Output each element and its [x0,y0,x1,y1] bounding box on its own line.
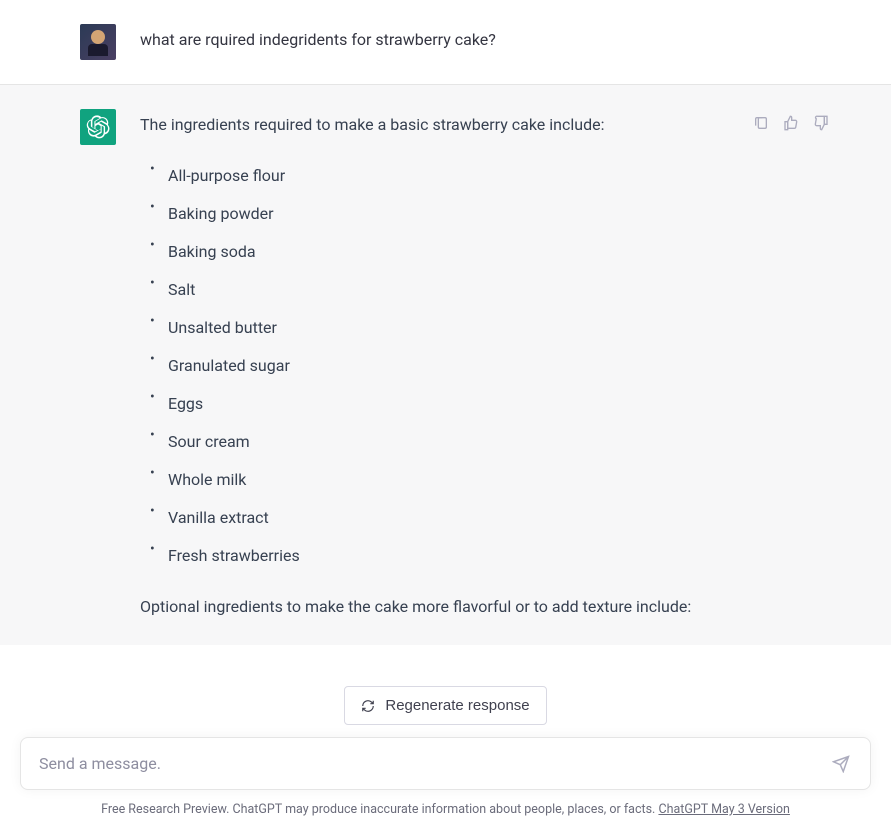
footer-version-link[interactable]: ChatGPT May 3 Version [658,802,789,817]
thumbs-down-icon [813,115,829,131]
user-message-text: what are rquired indegridents for strawb… [140,24,811,60]
ingredient-list: All-purpose flour Baking powder Baking s… [140,157,700,575]
list-item: Eggs [168,385,700,423]
message-actions [751,113,831,133]
list-item: Whole milk [168,461,700,499]
input-container [20,737,871,790]
thumbs-up-button[interactable] [781,113,801,133]
input-area: Regenerate response Free Research Previe… [0,646,891,831]
thumbs-up-icon [783,115,799,131]
list-item: Fresh strawberries [168,537,700,575]
openai-logo-icon [86,115,110,139]
footer-disclaimer: Free Research Preview. ChatGPT may produ… [101,802,658,817]
send-icon [832,755,850,773]
assistant-message-content: The ingredients required to make a basic… [140,109,700,621]
list-item: Salt [168,271,700,309]
footer: Free Research Preview. ChatGPT may produ… [0,802,891,831]
refresh-icon [361,699,375,713]
send-button[interactable] [825,748,857,780]
clipboard-icon [753,115,769,131]
list-item: Granulated sugar [168,347,700,385]
list-item: All-purpose flour [168,157,700,195]
assistant-outro-text: Optional ingredients to make the cake mo… [140,593,700,621]
list-item: Baking soda [168,233,700,271]
assistant-avatar [80,109,116,145]
list-item: Sour cream [168,423,700,461]
copy-button[interactable] [751,113,771,133]
assistant-message-row: The ingredients required to make a basic… [0,85,891,645]
thumbs-down-button[interactable] [811,113,831,133]
user-avatar [80,24,116,60]
assistant-intro-text: The ingredients required to make a basic… [140,111,700,139]
message-input[interactable] [20,737,871,790]
regenerate-label: Regenerate response [385,697,529,714]
list-item: Baking powder [168,195,700,233]
user-message-row: what are rquired indegridents for strawb… [0,0,891,85]
list-item: Vanilla extract [168,499,700,537]
list-item: Unsalted butter [168,309,700,347]
regenerate-button[interactable]: Regenerate response [344,686,546,725]
